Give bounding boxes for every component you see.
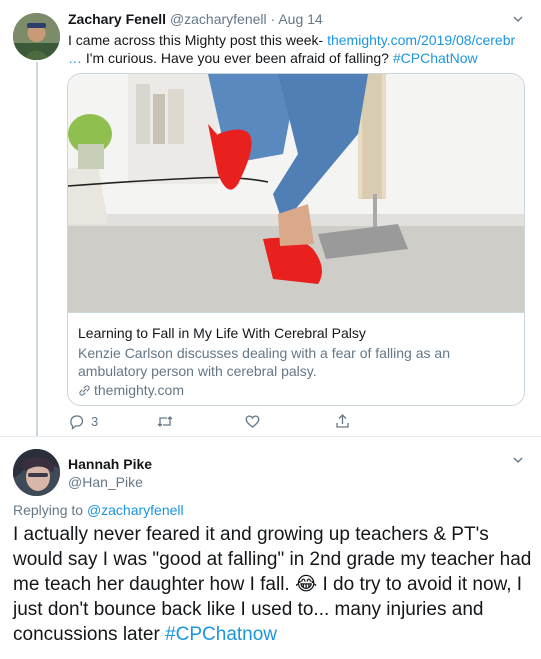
- hashtag-link[interactable]: #CPChatnow: [165, 624, 277, 645]
- tweet-url-link[interactable]: themighty.com/2019/08/cerebr: [327, 32, 515, 48]
- card-body: Learning to Fall in My Life With Cerebra…: [68, 312, 524, 405]
- tweet-date[interactable]: Aug 14: [278, 11, 322, 27]
- replying-to: Replying to @zacharyfenell: [13, 502, 184, 518]
- chevron-down-icon[interactable]: [511, 12, 525, 26]
- retweet-button[interactable]: [156, 413, 180, 430]
- card-image: [68, 74, 524, 312]
- tweet-actions: 3: [68, 413, 368, 433]
- link-icon: [79, 384, 90, 396]
- card-domain-row: themighty.com: [78, 381, 514, 399]
- replying-prefix: Replying to: [13, 502, 87, 518]
- heart-icon: [245, 415, 260, 428]
- tweet-divider: [0, 436, 541, 437]
- share-icon: [336, 414, 349, 428]
- display-name[interactable]: Zachary Fenell: [68, 11, 166, 27]
- card-domain: themighty.com: [94, 382, 184, 398]
- avatar[interactable]: [13, 13, 60, 60]
- reply-count: 3: [91, 414, 99, 429]
- tweet-text: I came across this Mighty post this week…: [68, 31, 530, 67]
- avatar[interactable]: [13, 449, 60, 496]
- reply-header: Hannah Pike @Han_Pike: [68, 455, 152, 491]
- display-name[interactable]: Hannah Pike: [68, 455, 152, 473]
- link-preview-card[interactable]: Learning to Fall in My Life With Cerebra…: [67, 73, 525, 406]
- share-button[interactable]: [334, 413, 351, 430]
- card-description: Kenzie Carlson discusses dealing with a …: [78, 345, 450, 379]
- reply-text: I actually never feared it and growing u…: [13, 522, 533, 647]
- reply-button[interactable]: 3: [68, 413, 98, 430]
- url-ellipsis[interactable]: …: [68, 50, 82, 66]
- user-handle[interactable]: @Han_Pike: [68, 473, 152, 491]
- tweet-text-part: I came across this Mighty post this week…: [68, 32, 328, 48]
- separator-dot: ·: [270, 11, 276, 27]
- like-button[interactable]: [244, 413, 267, 430]
- chevron-down-icon[interactable]: [511, 453, 525, 467]
- replying-to-handle[interactable]: @zacharyfenell: [87, 502, 184, 518]
- card-title: Learning to Fall in My Life With Cerebra…: [78, 325, 366, 341]
- tweet-text-part: I'm curious. Have you ever been afraid o…: [82, 50, 393, 66]
- reply-icon: [70, 415, 84, 430]
- retweet-icon: [157, 416, 173, 427]
- user-handle[interactable]: @zacharyfenell: [170, 11, 267, 27]
- tweet-zachary[interactable]: Zachary Fenell @zacharyfenell · Aug 14 I…: [0, 0, 541, 436]
- tweet-header: Zachary Fenell @zacharyfenell · Aug 14: [68, 11, 323, 27]
- hashtag-link[interactable]: #CPChatNow: [393, 50, 478, 66]
